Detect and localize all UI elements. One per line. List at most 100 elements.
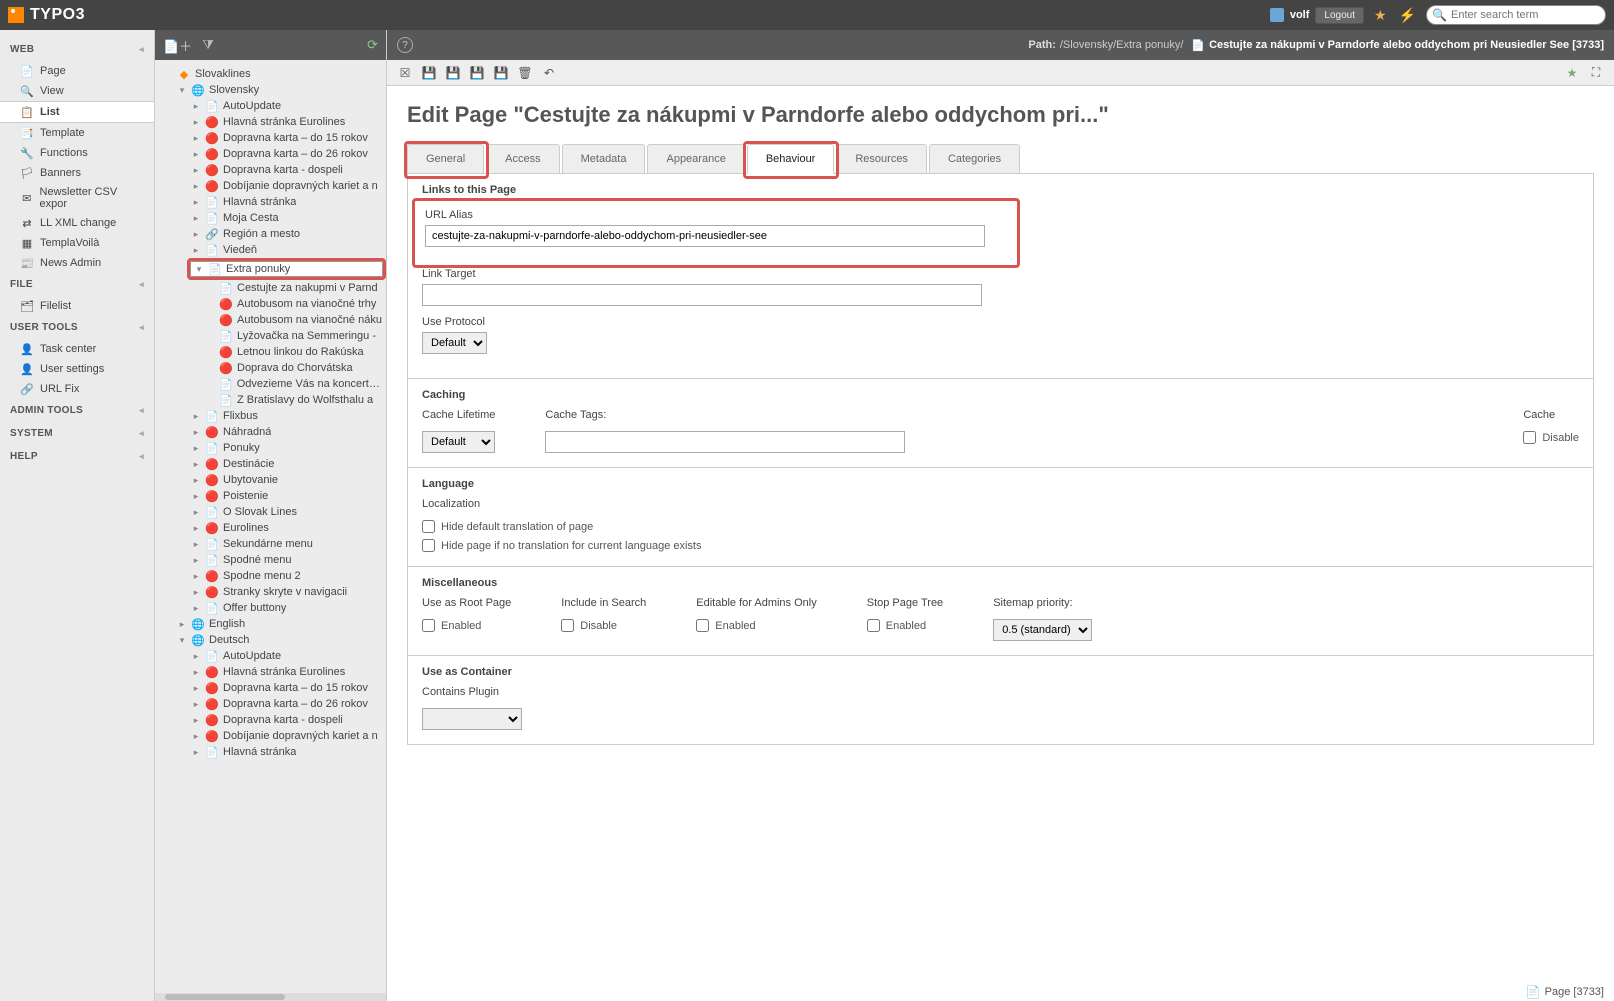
tree-node[interactable]: ▸📄AutoUpdate [187, 98, 386, 114]
tree-toggle-icon[interactable]: ▸ [191, 555, 201, 566]
include-search-checkbox[interactable] [561, 619, 574, 632]
cache-lifetime-select[interactable]: Default [422, 431, 495, 453]
tree-toggle-icon[interactable]: ▸ [191, 101, 201, 112]
tree-toggle-icon[interactable]: ▸ [191, 165, 201, 176]
tree-toggle-icon[interactable]: ▸ [191, 731, 201, 742]
tree-node[interactable]: ▸🔴Eurolines [187, 520, 386, 536]
tree-node[interactable]: ▸🔴Poistenie [187, 488, 386, 504]
tree-node[interactable]: ▸📄O Slovak Lines [187, 504, 386, 520]
tree-toggle-icon[interactable]: ▸ [191, 715, 201, 726]
tree-node[interactable]: 📄Z Bratislavy do Wolfsthalu a [201, 392, 386, 408]
tree-node[interactable]: ▸🔴Dopravna karta – do 26 rokov [187, 696, 386, 712]
tree-toggle-icon[interactable]: ▸ [191, 213, 201, 224]
module-item[interactable]: 📋List [0, 101, 154, 123]
hide-default-checkbox[interactable] [422, 520, 435, 533]
tree-node[interactable]: ▸🔴Dopravna karta – do 26 rokov [187, 146, 386, 162]
footer-status[interactable]: 📄 Page [3733] [1526, 985, 1604, 999]
save-new-icon[interactable]: 💾 [493, 65, 509, 81]
breadcrumb[interactable]: /Slovensky/Extra ponuky/ [1060, 39, 1184, 51]
tree-toggle-icon[interactable]: ▾ [177, 85, 187, 96]
module-item[interactable]: 👤Task center [0, 339, 154, 359]
tree-node[interactable]: 🔴Letnou linkou do Rakúska [201, 344, 386, 360]
tree-node[interactable]: ▸🔴Dopravna karta - dospeli [187, 712, 386, 728]
tree-toggle-icon[interactable]: ▾ [194, 264, 204, 275]
hide-default-row[interactable]: Hide default translation of page [422, 520, 1579, 533]
tree-node[interactable]: ▸🔴Hlavná stránka Eurolines [187, 114, 386, 130]
tree-toggle-icon[interactable]: ▸ [191, 699, 201, 710]
stop-pagetree-row[interactable]: Enabled [867, 619, 943, 632]
tree-toggle-icon[interactable]: ▸ [191, 133, 201, 144]
logout-button[interactable]: Logout [1315, 7, 1364, 24]
include-search-row[interactable]: Disable [561, 619, 646, 632]
tree-node[interactable]: ▸📄Offer buttony [187, 600, 386, 616]
tree-node[interactable]: ▸🔴Náhradná [187, 424, 386, 440]
module-item[interactable]: ⇄LL XML change [0, 213, 154, 233]
module-section-header[interactable]: WEB◂ [0, 38, 154, 61]
tree-toggle-icon[interactable]: ▸ [191, 683, 201, 694]
tree-node[interactable]: ▸🔴Hlavná stránka Eurolines [187, 664, 386, 680]
tree-toggle-icon[interactable]: ▸ [191, 475, 201, 486]
module-item[interactable]: ▦TemplaVoilà [0, 233, 154, 253]
tree-node[interactable]: ▸📄Spodné menu [187, 552, 386, 568]
tab-metadata[interactable]: Metadata [562, 144, 646, 173]
tree-node[interactable]: ▸🔴Dobíjanie dopravných kariet a n [187, 178, 386, 194]
tree-node[interactable]: 🔴Autobusom na vianočné trhy [201, 296, 386, 312]
tree-node[interactable]: ▸📄Hlavná stránka [187, 194, 386, 210]
tree-toggle-icon[interactable]: ▸ [177, 619, 187, 630]
clear-cache-flash-icon[interactable]: ⚡ [1399, 7, 1416, 24]
tree-node[interactable]: ▸🔴Spodne menu 2 [187, 568, 386, 584]
module-item[interactable]: 🔍View [0, 81, 154, 101]
tree-toggle-icon[interactable]: ▾ [177, 635, 187, 646]
editable-admins-row[interactable]: Enabled [696, 619, 816, 632]
module-section-header[interactable]: USER TOOLS◂ [0, 316, 154, 339]
tree-node[interactable]: ▸🌐English [173, 616, 386, 632]
tree-node[interactable]: ▾🌐Deutsch [173, 632, 386, 648]
tree-toggle-icon[interactable]: ▸ [191, 603, 201, 614]
sitemap-priority-select[interactable]: 0.5 (standard) [993, 619, 1092, 641]
tab-behaviour[interactable]: Behaviour [747, 144, 835, 174]
root-page-row[interactable]: Enabled [422, 619, 511, 632]
search-input[interactable] [1426, 5, 1606, 25]
tree-node[interactable]: 📄Odvezieme Vás na koncerty o [201, 376, 386, 392]
tree-node[interactable]: ▸📄Flixbus [187, 408, 386, 424]
tree-toggle-icon[interactable]: ▸ [191, 245, 201, 256]
cache-disable-row[interactable]: Disable [1523, 431, 1579, 444]
hide-no-trans-checkbox[interactable] [422, 539, 435, 552]
tree-node[interactable]: ▸🔴Ubytovanie [187, 472, 386, 488]
tree-node[interactable]: ▸🔴Dopravna karta - dospeli [187, 162, 386, 178]
tree-horizontal-scrollbar[interactable] [155, 993, 386, 1001]
stop-pagetree-checkbox[interactable] [867, 619, 880, 632]
bookmark-star-icon[interactable]: ★ [1374, 7, 1387, 24]
tree-toggle-icon[interactable]: ▸ [191, 587, 201, 598]
module-section-header[interactable]: SYSTEM◂ [0, 422, 154, 445]
link-target-input[interactable] [422, 284, 982, 306]
hide-no-trans-row[interactable]: Hide page if no translation for current … [422, 539, 1579, 552]
use-protocol-select[interactable]: Default [422, 332, 487, 354]
tree-toggle-icon[interactable]: ▸ [191, 459, 201, 470]
tree-node[interactable]: ▸📄Viedeň [187, 242, 386, 258]
tree-node[interactable]: ▸🔴Destinácie [187, 456, 386, 472]
editable-admins-checkbox[interactable] [696, 619, 709, 632]
tree-node[interactable]: ▸📄Sekundárne menu [187, 536, 386, 552]
module-item[interactable]: 📑Template [0, 123, 154, 143]
module-item[interactable]: 🔧Functions [0, 143, 154, 163]
module-section-header[interactable]: ADMIN TOOLS◂ [0, 399, 154, 422]
tree-toggle-icon[interactable]: ▸ [191, 747, 201, 758]
tree-node[interactable]: ▸📄Hlavná stránka [187, 744, 386, 760]
tree-node[interactable]: ▾📄Extra ponuky [190, 261, 383, 277]
tree-toggle-icon[interactable]: ▸ [191, 427, 201, 438]
tree-toggle-icon[interactable]: ▸ [191, 651, 201, 662]
tab-categories[interactable]: Categories [929, 144, 1020, 173]
tree-toggle-icon[interactable]: ▸ [191, 523, 201, 534]
tree-node[interactable]: ▾🌐Slovensky [173, 82, 386, 98]
app-logo[interactable]: TYPO3 [8, 6, 85, 24]
tree-node[interactable]: ▸🔴Dopravna karta – do 15 rokov [187, 680, 386, 696]
tree-toggle-icon[interactable]: ▸ [191, 197, 201, 208]
bookmark-add-icon[interactable]: ★ [1564, 65, 1580, 81]
tree-node[interactable]: ▸🔴Stranky skryte v navigacii [187, 584, 386, 600]
tree-toggle-icon[interactable]: ▸ [191, 667, 201, 678]
tree-node[interactable]: ▸🔴Dobíjanie dopravných kariet a n [187, 728, 386, 744]
refresh-tree-icon[interactable]: ⟳ [367, 37, 378, 53]
tree-node[interactable]: 📄Lyžovačka na Semmeringu - [201, 328, 386, 344]
tree-toggle-icon[interactable]: ▸ [191, 411, 201, 422]
